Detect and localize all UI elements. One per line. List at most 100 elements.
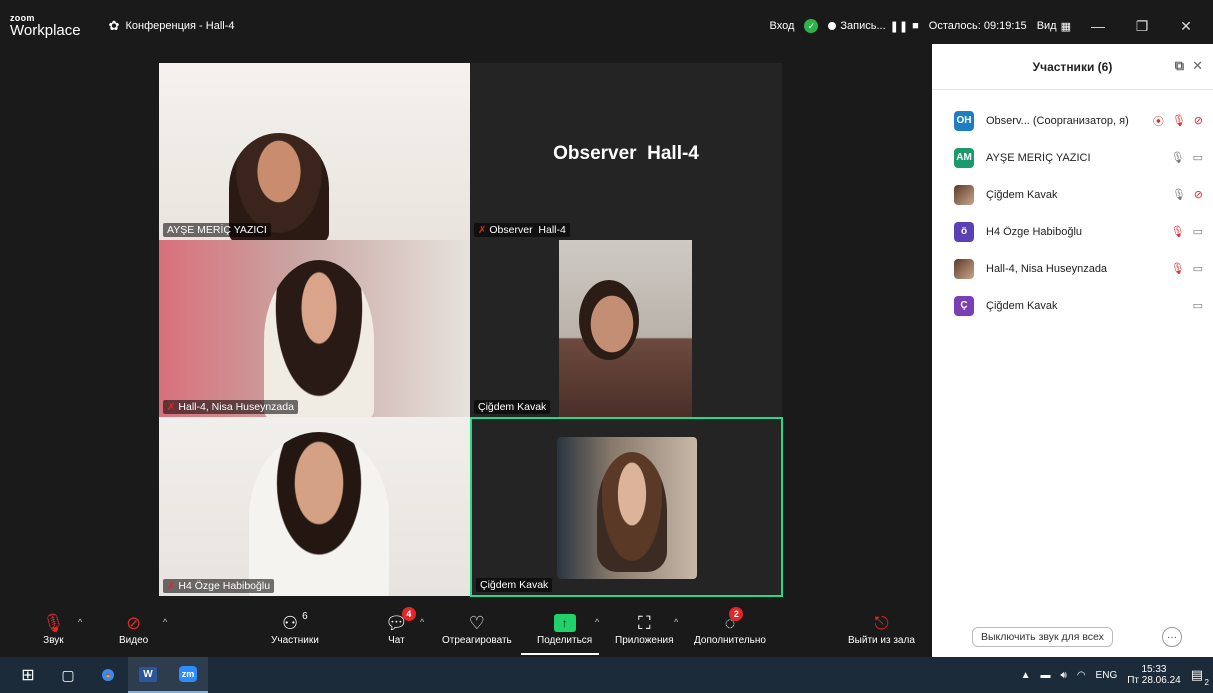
mic-active-icon: 🎙︎ (1171, 189, 1186, 201)
participant-row[interactable]: OH Observ... (Соорганизатор, я) ⦿ 🎙︎ ⊘ (932, 102, 1213, 139)
video-off-icon: ⊘ (1193, 189, 1203, 201)
video-tile[interactable]: ✗ Hall-4, Nisa Huseynzada (159, 240, 470, 417)
chrome-icon[interactable] (88, 657, 128, 693)
meeting-icon: ✿ (108, 18, 120, 33)
view-button[interactable]: Вид ▦ (1037, 20, 1071, 33)
participants-panel-header: Участники (6) ⧉ ✕ (932, 44, 1213, 90)
video-stage: AYŞE MERİÇ YAZICI Observer Hall-4 ✗ Obse… (0, 52, 932, 607)
video-label: Видео (119, 635, 149, 646)
view-label: Вид (1036, 20, 1057, 32)
participants-count: 6 (302, 611, 308, 622)
video-tile[interactable]: AYŞE MERİÇ YAZICI (159, 63, 470, 240)
restore-icon[interactable]: ❐ (1125, 18, 1159, 35)
audio-options-caret[interactable]: ^ (78, 617, 82, 627)
mute-all-button[interactable]: Выключить звук для всех (972, 627, 1113, 647)
chat-button[interactable]: 💬︎ 4 Чат (385, 607, 416, 646)
apps-label: Приложения (615, 635, 674, 646)
audio-label: Звук (43, 635, 64, 646)
leave-room-label: Выйти из зала (848, 635, 915, 646)
grid-icon: ▦ (1060, 20, 1071, 33)
language-indicator[interactable]: ENG (1096, 670, 1118, 681)
windows-start-icon[interactable]: ⊞ (8, 657, 48, 693)
zoom-taskbar-icon[interactable]: zm (168, 657, 208, 693)
logo-bottom-text: Workplace (10, 22, 81, 39)
tile-name-text: Observer Hall-4 (489, 224, 566, 236)
participant-row[interactable]: AM AYŞE MERİÇ YAZICI 🎙︎ ▭ (932, 139, 1213, 176)
video-tile-active-speaker[interactable]: Çiğdem Kavak (470, 417, 783, 597)
participant-row[interactable]: Çiğdem Kavak 🎙︎ ⊘ (932, 176, 1213, 213)
clock[interactable]: 15:33 Пт 28.06.24 (1127, 664, 1180, 687)
video-options-caret[interactable]: ^ (163, 617, 167, 627)
video-tile[interactable]: Observer Hall-4 ✗ Observer Hall-4 (470, 63, 782, 240)
volume-icon[interactable]: 🔊︎ (1061, 670, 1067, 681)
participant-row[interactable]: Hall-4, Nisa Huseynzada 🎙︎ ▭ (932, 250, 1213, 287)
participant-video (249, 432, 389, 596)
participant-status-icons: ▭ (1193, 299, 1203, 312)
recording-label: Запись... (840, 20, 886, 32)
participants-button[interactable]: ⚇ 6 Участники (271, 611, 319, 646)
avatar (954, 184, 974, 205)
participant-face (579, 280, 639, 360)
notifications-count: 2 (1204, 678, 1209, 687)
participants-panel: Участники (6) ⧉ ✕ OH Observ... (Сооргани… (932, 44, 1213, 657)
wifi-icon[interactable]: ◠ (1077, 670, 1086, 681)
more-options-button[interactable]: ··· (1162, 627, 1182, 647)
mic-muted-icon: 🎙︎ (1170, 263, 1185, 275)
pause-icon[interactable]: ❚❚ (890, 20, 908, 33)
avatar: ö (954, 221, 974, 242)
word-icon[interactable]: W (128, 657, 168, 693)
notifications-icon[interactable]: ▤ 2 (1191, 667, 1209, 687)
avatar: Ç (954, 295, 974, 316)
popout-icon[interactable]: ⧉ (1175, 58, 1184, 74)
close-icon[interactable]: ✕ (1169, 18, 1203, 35)
tile-name-text: H4 Özge Habiboğlu (178, 580, 271, 592)
avatar (954, 258, 974, 279)
meeting-toolbar: 🎙︎ Звук ^ ⊘ Видео ^ ⚇ 6 Участники 💬︎ 4 Чат… (0, 607, 932, 657)
share-options-caret[interactable]: ^ (595, 617, 599, 627)
chat-label: Чат (388, 635, 405, 646)
login-button[interactable]: Вход (770, 20, 795, 32)
leave-room-button[interactable]: ⎋ Выйти из зала (848, 611, 915, 647)
minimize-icon[interactable]: — (1081, 18, 1115, 34)
participant-row[interactable]: Ç Çiğdem Kavak ▭ (932, 287, 1213, 324)
stop-icon[interactable]: ■ (912, 20, 919, 32)
network-icon[interactable]: ▬ (1041, 670, 1051, 681)
share-button[interactable]: ↑ Поделиться (537, 611, 592, 646)
time-remaining: Осталось: 09:19:15 (928, 20, 1027, 32)
mic-muted-icon: 🎙︎ (1170, 226, 1185, 238)
task-view-icon[interactable]: ▢ (48, 657, 88, 693)
tile-name-label: ✗ Observer Hall-4 (474, 223, 570, 237)
participant-name: Çiğdem Kavak (986, 299, 1058, 312)
more-button[interactable]: ◌ 2 Дополнительно (694, 607, 766, 646)
video-tile[interactable]: Çiğdem Kavak (470, 240, 782, 417)
video-tile[interactable]: ✗ H4 Özge Habiboğlu (159, 417, 470, 596)
heart-icon: ♡ (468, 612, 485, 633)
share-screen-icon: ↑ (553, 611, 576, 635)
participant-name: H4 Özge Habiboğlu (986, 225, 1083, 238)
video-button[interactable]: ⊘ Видео (119, 611, 149, 647)
apps-button[interactable]: ⛶ Приложения (615, 611, 674, 647)
participant-name: Hall-4, Nisa Huseynzada (986, 262, 1108, 275)
participant-video (559, 240, 692, 417)
react-label: Отреагировать (442, 635, 512, 646)
participant-row[interactable]: ö H4 Özge Habiboğlu 🎙︎ ▭ (932, 213, 1213, 250)
share-label: Поделиться (537, 635, 593, 646)
more-icon: ◌ 2 (725, 607, 744, 635)
video-icon: ▭ (1192, 300, 1203, 312)
chat-options-caret[interactable]: ^ (420, 617, 424, 627)
security-shield-icon[interactable]: ✓ (804, 19, 819, 33)
chat-icon: 💬︎ 4 (385, 607, 416, 635)
audio-button[interactable]: 🎙︎ Звук (42, 611, 65, 647)
participant-name: Observ... (Соорганизатор, я) (986, 114, 1129, 127)
tile-name-label: AYŞE MERİÇ YAZICI (163, 223, 271, 237)
apps-options-caret[interactable]: ^ (674, 617, 678, 627)
show-hidden-icons[interactable]: ▲ (1021, 670, 1031, 681)
recording-indicator[interactable]: Запись... ❚❚ ■ (828, 20, 919, 33)
react-button[interactable]: ♡ Отреагировать (442, 611, 512, 647)
close-panel-icon[interactable]: ✕ (1192, 58, 1203, 74)
zoom-label: zm (178, 666, 198, 682)
tile-name-text: AYŞE MERİÇ YAZICI (167, 224, 267, 236)
record-dot-icon (828, 22, 837, 30)
mic-muted-icon: 🎙︎ (1171, 115, 1186, 127)
tile-name-text: Çiğdem Kavak (480, 579, 549, 591)
